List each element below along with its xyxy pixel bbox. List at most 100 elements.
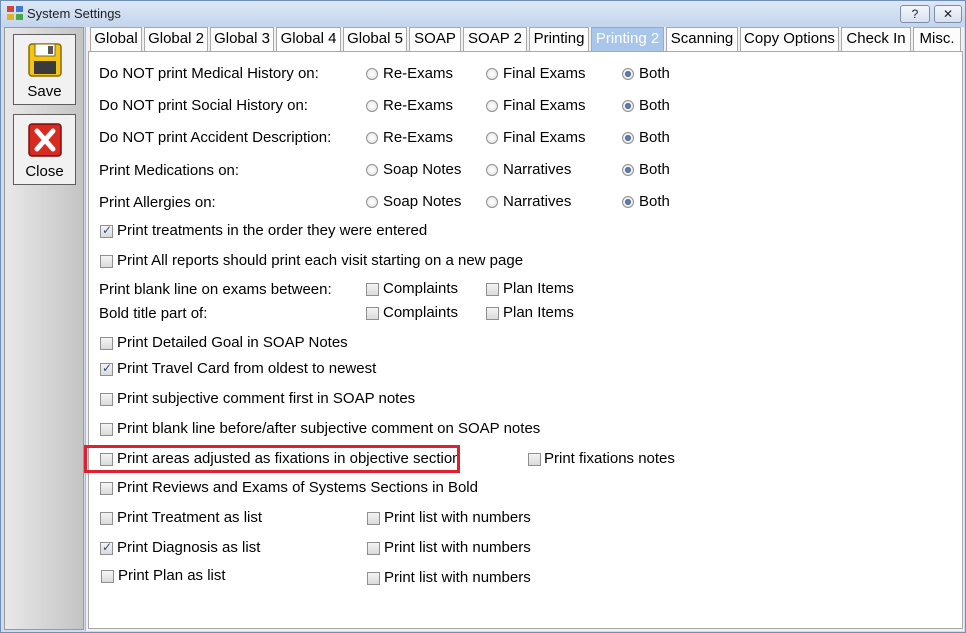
plan-numbers-label[interactable]: Print list with numbers	[384, 569, 531, 586]
allergies-both-label[interactable]: Both	[639, 193, 670, 210]
accident-reexams-radio[interactable]	[366, 132, 378, 144]
tab-soap[interactable]: SOAP	[409, 27, 461, 51]
plan-list-label[interactable]: Print Plan as list	[118, 567, 226, 584]
floppy-disk-icon	[28, 43, 62, 77]
reviews-bold-checkbox[interactable]	[100, 482, 113, 495]
tab-scanning[interactable]: Scanning	[666, 27, 738, 51]
accident-final-radio[interactable]	[486, 132, 498, 144]
plan-list-checkbox[interactable]	[101, 570, 114, 583]
bold-title-label: Bold title part of:	[99, 305, 208, 322]
tab-global-2[interactable]: Global 2	[144, 27, 208, 51]
allergies-label: Print Allergies on:	[99, 194, 216, 211]
tab-global-4[interactable]: Global 4	[276, 27, 341, 51]
social-history-both-label[interactable]: Both	[639, 97, 670, 114]
app-icon	[7, 6, 23, 20]
blank-line-plan-checkbox[interactable]	[486, 283, 499, 296]
tab-global-5[interactable]: Global 5	[343, 27, 407, 51]
areas-fixations-checkbox[interactable]	[100, 453, 113, 466]
diagnosis-numbers-label[interactable]: Print list with numbers	[384, 539, 531, 556]
sidebar: Save Close	[4, 27, 84, 630]
social-history-reexams-radio[interactable]	[366, 100, 378, 112]
save-button[interactable]: Save	[13, 34, 76, 105]
medical-history-label: Do NOT print Medical History on:	[99, 65, 319, 82]
plan-numbers-checkbox[interactable]	[367, 572, 380, 585]
tab-strip: Global Global 2 Global 3 Global 4 Global…	[90, 27, 964, 53]
tab-misc[interactable]: Misc.	[913, 27, 961, 51]
save-label: Save	[27, 83, 62, 100]
tab-check-in[interactable]: Check In	[841, 27, 911, 51]
medications-soap-label[interactable]: Soap Notes	[383, 161, 461, 178]
subjective-first-label[interactable]: Print subjective comment first in SOAP n…	[117, 390, 415, 407]
treatments-order-label[interactable]: Print treatments in the order they were …	[117, 222, 427, 239]
diagnosis-list-checkbox[interactable]	[100, 540, 113, 555]
areas-fixations-label[interactable]: Print areas adjusted as fixations in obj…	[117, 450, 461, 467]
accident-description-label: Do NOT print Accident Description:	[99, 129, 332, 146]
diagnosis-numbers-checkbox[interactable]	[367, 542, 380, 555]
blank-line-plan-label[interactable]: Plan Items	[503, 280, 574, 297]
medical-history-final-radio[interactable]	[486, 68, 498, 80]
tab-printing-2[interactable]: Printing 2	[591, 27, 664, 53]
allergies-narratives-radio[interactable]	[486, 196, 498, 208]
diagnosis-list-label[interactable]: Print Diagnosis as list	[117, 539, 260, 556]
medical-history-both-label[interactable]: Both	[639, 65, 670, 82]
medical-history-final-label[interactable]: Final Exams	[503, 65, 586, 82]
medications-narratives-radio[interactable]	[486, 164, 498, 176]
tab-global[interactable]: Global	[90, 27, 142, 51]
detailed-goal-checkbox[interactable]	[100, 337, 113, 350]
fixations-notes-label[interactable]: Print fixations notes	[544, 450, 675, 467]
medications-narratives-label[interactable]: Narratives	[503, 161, 571, 178]
travel-card-label[interactable]: Print Travel Card from oldest to newest	[117, 360, 376, 377]
tab-printing[interactable]: Printing	[529, 27, 589, 51]
window-title: System Settings	[27, 6, 121, 21]
tab-copy-options[interactable]: Copy Options	[740, 27, 839, 51]
allergies-soap-label[interactable]: Soap Notes	[383, 193, 461, 210]
close-label: Close	[25, 163, 64, 180]
fixations-notes-checkbox[interactable]	[528, 453, 541, 466]
travel-card-checkbox[interactable]	[100, 361, 113, 376]
allergies-both-radio[interactable]	[622, 196, 634, 208]
accident-final-label[interactable]: Final Exams	[503, 129, 586, 146]
social-history-label: Do NOT print Social History on:	[99, 97, 308, 114]
blank-before-after-label[interactable]: Print blank line before/after subjective…	[117, 420, 540, 437]
medications-both-label[interactable]: Both	[639, 161, 670, 178]
medical-history-reexams-label[interactable]: Re-Exams	[383, 65, 453, 82]
title-bar: System Settings ? ✕	[1, 1, 965, 27]
blank-before-after-checkbox[interactable]	[100, 423, 113, 436]
reviews-bold-label[interactable]: Print Reviews and Exams of Systems Secti…	[117, 479, 478, 496]
blank-line-complaints-label[interactable]: Complaints	[383, 280, 458, 297]
treatment-list-checkbox[interactable]	[100, 512, 113, 525]
close-button[interactable]: Close	[13, 114, 76, 185]
close-window-button[interactable]: ✕	[934, 5, 962, 23]
tab-global-3[interactable]: Global 3	[210, 27, 274, 51]
tab-soap-2[interactable]: SOAP 2	[463, 27, 527, 51]
treatment-numbers-checkbox[interactable]	[367, 512, 380, 525]
social-history-final-label[interactable]: Final Exams	[503, 97, 586, 114]
accident-both-radio[interactable]	[622, 132, 634, 144]
medications-both-radio[interactable]	[622, 164, 634, 176]
new-page-checkbox[interactable]	[100, 255, 113, 268]
detailed-goal-label[interactable]: Print Detailed Goal in SOAP Notes	[117, 334, 348, 351]
subjective-first-checkbox[interactable]	[100, 393, 113, 406]
bold-title-complaints-checkbox[interactable]	[366, 307, 379, 320]
accident-reexams-label[interactable]: Re-Exams	[383, 129, 453, 146]
accident-both-label[interactable]: Both	[639, 129, 670, 146]
medical-history-reexams-radio[interactable]	[366, 68, 378, 80]
bold-title-complaints-label[interactable]: Complaints	[383, 304, 458, 321]
social-history-final-radio[interactable]	[486, 100, 498, 112]
medications-label: Print Medications on:	[99, 162, 240, 179]
allergies-soap-radio[interactable]	[366, 196, 378, 208]
blank-line-complaints-checkbox[interactable]	[366, 283, 379, 296]
social-history-both-radio[interactable]	[622, 100, 634, 112]
blank-line-exams-label: Print blank line on exams between:	[99, 281, 332, 298]
social-history-reexams-label[interactable]: Re-Exams	[383, 97, 453, 114]
help-button[interactable]: ?	[900, 5, 930, 23]
bold-title-plan-label[interactable]: Plan Items	[503, 304, 574, 321]
medical-history-both-radio[interactable]	[622, 68, 634, 80]
treatment-list-label[interactable]: Print Treatment as list	[117, 509, 262, 526]
bold-title-plan-checkbox[interactable]	[486, 307, 499, 320]
allergies-narratives-label[interactable]: Narratives	[503, 193, 571, 210]
medications-soap-radio[interactable]	[366, 164, 378, 176]
treatments-order-checkbox[interactable]	[100, 223, 113, 238]
new-page-label[interactable]: Print All reports should print each visi…	[117, 252, 523, 269]
treatment-numbers-label[interactable]: Print list with numbers	[384, 509, 531, 526]
